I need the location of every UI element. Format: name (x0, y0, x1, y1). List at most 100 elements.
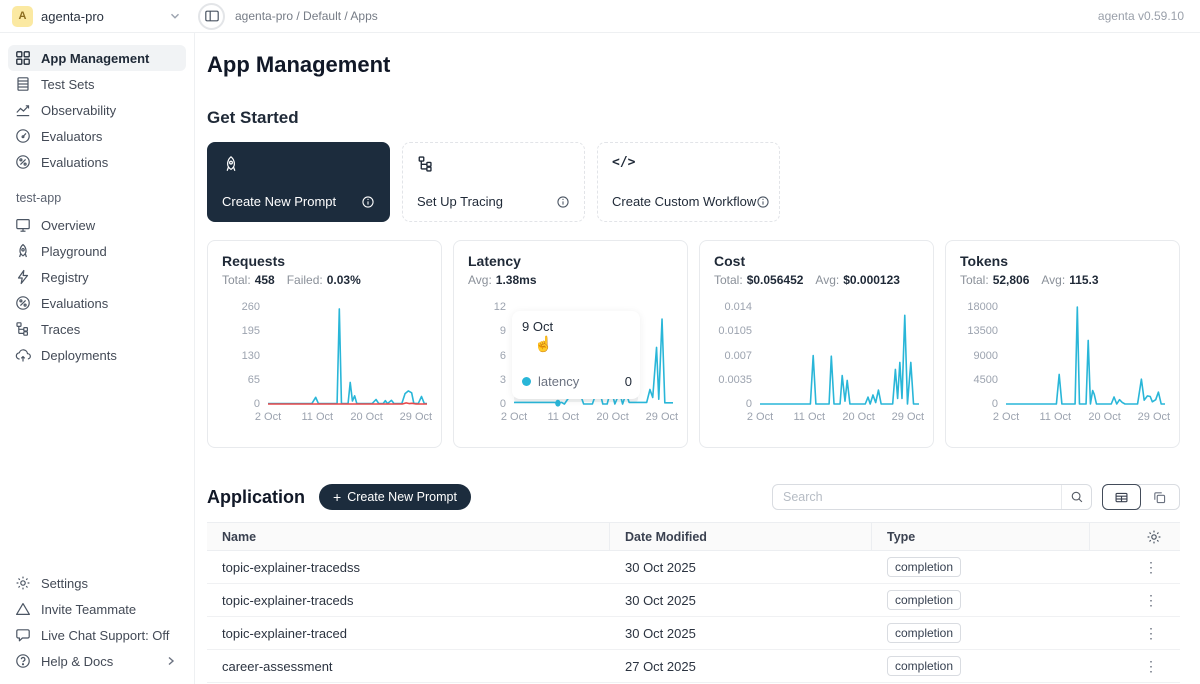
stat-value: 458 (255, 273, 275, 287)
stat-label: Avg: (815, 273, 839, 287)
y-axis-ticks: 260195130650 (222, 301, 268, 406)
grid-icon (15, 50, 31, 66)
tokens-chart-card: Tokens Total:52,806 Avg:115.3 1800013500… (945, 240, 1180, 448)
sidebar-item-app-evaluations[interactable]: Evaluations (8, 290, 186, 316)
x-axis-ticks: 2 Oct11 Oct20 Oct29 Oct (760, 411, 919, 424)
help-circle-icon (15, 653, 31, 669)
sidebar-item-registry[interactable]: Registry (8, 264, 186, 290)
view-toggle (1102, 484, 1180, 510)
create-button-label: Create New Prompt (347, 490, 457, 504)
sidebar-item-help-docs[interactable]: Help & Docs (8, 648, 186, 674)
row-menu-button[interactable]: ⋮ (1090, 592, 1180, 609)
sidebar-section-test-app: test-app (16, 191, 178, 205)
breadcrumb[interactable]: agenta-pro / Default / Apps (235, 9, 378, 23)
app-name: topic-explainer-traced (207, 626, 610, 641)
metric-cards: Requests Total:458 Failed:0.03% 26019513… (207, 240, 1180, 448)
column-header-name[interactable]: Name (207, 523, 610, 550)
gauge-icon (15, 128, 31, 144)
sidebar-item-invite-teammate[interactable]: Invite Teammate (8, 596, 186, 622)
row-menu-button[interactable]: ⋮ (1090, 625, 1180, 642)
code-icon: </> (612, 155, 765, 170)
tooltip-series: latency (538, 374, 618, 389)
triangle-icon (15, 601, 31, 617)
workspace-name: agenta-pro (41, 9, 159, 24)
chart-tooltip: 9 Oct ☝ latency 0 (512, 311, 640, 399)
rocket-icon (15, 243, 31, 259)
search-icon[interactable] (1061, 485, 1091, 509)
table-row[interactable]: career-assessment 27 Oct 2025 completion… (207, 650, 1180, 683)
trace-tree-icon (15, 321, 31, 337)
app-date: 30 Oct 2025 (610, 560, 872, 575)
sidebar-item-overview[interactable]: Overview (8, 212, 186, 238)
table-row[interactable]: topic-explainer-tracedss 30 Oct 2025 com… (207, 551, 1180, 584)
table-row[interactable]: topic-explainer-traced 30 Oct 2025 compl… (207, 617, 1180, 650)
mouse-cursor-icon: ☝ (534, 335, 553, 353)
stat-label: Failed: (287, 273, 323, 287)
x-axis-ticks: 2 Oct11 Oct20 Oct29 Oct (268, 411, 427, 424)
set-up-tracing-card[interactable]: Set Up Tracing (402, 142, 585, 222)
sidebar-item-label: Traces (41, 322, 80, 337)
sidebar-item-playground[interactable]: Playground (8, 238, 186, 264)
sidebar-item-label: Test Sets (41, 77, 94, 92)
chart-line-icon (15, 102, 31, 118)
app-name: career-assessment (207, 659, 610, 674)
card-label: Create Custom Workflow (612, 194, 756, 209)
stat-value: 1.38ms (496, 273, 537, 287)
tooltip-date: 9 Oct (522, 319, 630, 334)
type-badge: completion (887, 557, 961, 577)
column-settings-button[interactable] (1090, 523, 1180, 550)
sidebar-item-observability[interactable]: Observability (8, 97, 186, 123)
chart-title: Requests (222, 253, 427, 269)
sidebar-item-deployments[interactable]: Deployments (8, 342, 186, 368)
sidebar-item-evaluators[interactable]: Evaluators (8, 123, 186, 149)
table-row[interactable]: topic-explainer-traceds 30 Oct 2025 comp… (207, 584, 1180, 617)
page-title: App Management (207, 52, 1180, 78)
sidebar-collapse-button[interactable] (198, 3, 225, 30)
search-box (772, 484, 1092, 510)
stat-label: Avg: (1041, 273, 1065, 287)
sidebar-item-settings[interactable]: Settings (8, 570, 186, 596)
column-header-date-modified[interactable]: Date Modified (610, 523, 872, 550)
row-menu-button[interactable]: ⋮ (1090, 559, 1180, 576)
app-name: topic-explainer-traceds (207, 593, 610, 608)
sidebar-item-label: Evaluations (41, 155, 108, 170)
sidebar-item-traces[interactable]: Traces (8, 316, 186, 342)
app-date: 27 Oct 2025 (610, 659, 872, 674)
table-header: Name Date Modified Type (207, 522, 1180, 551)
stat-value: $0.000123 (843, 273, 900, 287)
table-view-button[interactable] (1102, 484, 1141, 510)
app-name: topic-explainer-tracedss (207, 560, 610, 575)
sidebar-item-label: Help & Docs (41, 654, 113, 669)
create-new-prompt-card[interactable]: Create New Prompt (207, 142, 390, 222)
workspace-avatar: A (12, 6, 33, 27)
sidebar-item-live-chat[interactable]: Live Chat Support: Off (8, 622, 186, 648)
stat-value: 0.03% (327, 273, 361, 287)
series-dot (522, 377, 531, 386)
info-icon[interactable] (556, 195, 570, 209)
cloud-upload-icon (15, 347, 31, 363)
stat-value: 115.3 (1069, 273, 1098, 287)
sidebar-item-test-sets[interactable]: Test Sets (8, 71, 186, 97)
create-new-prompt-button[interactable]: + Create New Prompt (319, 484, 471, 510)
type-badge: completion (887, 590, 961, 610)
column-header-type[interactable]: Type (872, 523, 1090, 550)
workspace-selector[interactable]: A agenta-pro (0, 6, 195, 27)
sidebar-item-label: Overview (41, 218, 95, 233)
search-input[interactable] (773, 490, 1061, 504)
chat-bubble-icon (15, 627, 31, 643)
sidebar-item-label: Playground (41, 244, 107, 259)
row-menu-button[interactable]: ⋮ (1090, 658, 1180, 675)
info-icon[interactable] (756, 195, 770, 209)
sidebar-item-evaluations[interactable]: Evaluations (8, 149, 186, 175)
monitor-icon (15, 217, 31, 233)
create-custom-workflow-card[interactable]: </> Create Custom Workflow (597, 142, 780, 222)
sidebar-item-app-management[interactable]: App Management (8, 45, 186, 71)
x-axis-ticks: 2 Oct11 Oct20 Oct29 Oct (1006, 411, 1165, 424)
stat-value: 52,806 (993, 273, 1030, 287)
info-icon[interactable] (361, 195, 375, 209)
type-badge: completion (887, 623, 961, 643)
card-view-button[interactable] (1140, 485, 1179, 509)
chart-title: Tokens (960, 253, 1165, 269)
sidebar: App Management Test Sets Observability E… (0, 33, 195, 684)
percent-circle-icon (15, 154, 31, 170)
